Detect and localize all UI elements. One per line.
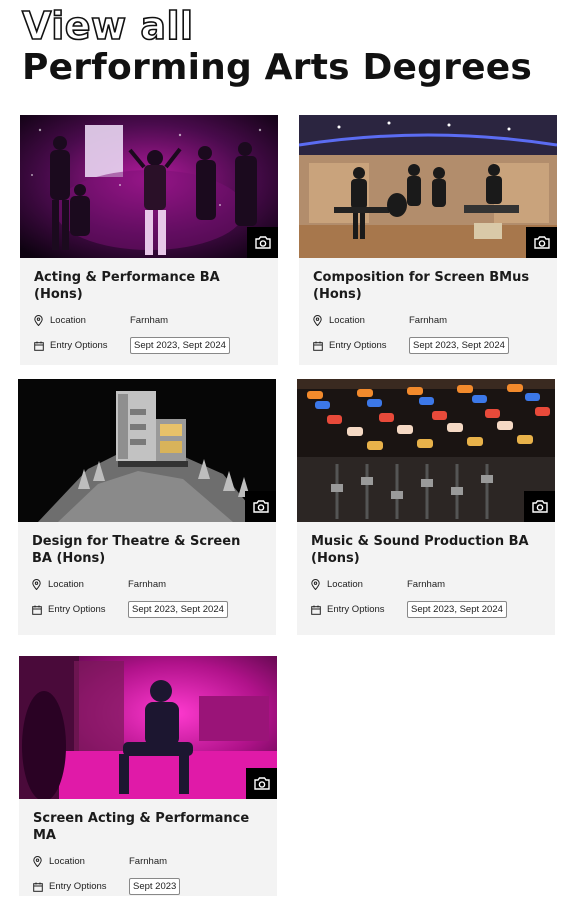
entry-label: Entry Options [48, 604, 106, 615]
course-title[interactable]: Composition for Screen BMus (Hons) [313, 269, 543, 303]
course-card-music-sound-production[interactable]: Music & Sound Production BA (Hons) Locat… [297, 379, 555, 635]
location-pin-icon [313, 313, 327, 327]
entry-value: Sept 2023 [129, 878, 181, 895]
calendar-icon [32, 603, 46, 617]
entry-label: Entry Options [327, 604, 385, 615]
location-pin-icon [33, 854, 47, 868]
location-label: Location [48, 578, 84, 590]
location-pin-icon [34, 313, 48, 327]
calendar-icon [311, 603, 325, 617]
course-card-composition-for-screen[interactable]: Composition for Screen BMus (Hons) Locat… [299, 115, 557, 365]
entry-value: Sept 2023, Sept 2024 [128, 601, 228, 618]
course-title[interactable]: Screen Acting & Performance MA [33, 810, 263, 844]
course-image[interactable] [299, 115, 557, 258]
location-pin-icon [311, 577, 325, 591]
location-row: Location Farnham [32, 577, 262, 591]
camera-icon[interactable] [245, 491, 276, 522]
entry-row: Entry Options Sept 2023, Sept 2024 [311, 601, 541, 618]
location-label: Location [49, 855, 85, 867]
entry-label: Entry Options [329, 340, 387, 351]
camera-icon[interactable] [524, 491, 555, 522]
calendar-icon [313, 339, 327, 353]
course-image[interactable] [20, 115, 278, 258]
location-value: Farnham [407, 578, 446, 590]
location-row: Location Farnham [311, 577, 541, 591]
location-value: Farnham [129, 855, 168, 867]
course-card-acting-performance[interactable]: Acting & Performance BA (Hons) Location … [20, 115, 278, 365]
location-value: Farnham [130, 314, 169, 326]
location-label: Location [50, 314, 86, 326]
entry-value: Sept 2023, Sept 2024 [409, 337, 509, 354]
heading-view-all: View all [21, 4, 194, 48]
calendar-icon [33, 880, 47, 894]
entry-label: Entry Options [49, 881, 107, 892]
entry-row: Entry Options Sept 2023, Sept 2024 [32, 601, 262, 618]
location-row: Location Farnham [33, 854, 263, 868]
heading-title: Performing Arts Degrees [22, 47, 532, 88]
course-title[interactable]: Acting & Performance BA (Hons) [34, 269, 264, 303]
page-heading: View all Performing Arts Degrees [21, 4, 532, 90]
entry-row: Entry Options Sept 2023, Sept 2024 [34, 337, 264, 354]
location-row: Location Farnham [313, 313, 543, 327]
location-value: Farnham [409, 314, 448, 326]
course-image[interactable] [19, 656, 277, 799]
location-label: Location [327, 578, 363, 590]
calendar-icon [34, 339, 48, 353]
entry-value: Sept 2023, Sept 2024 [130, 337, 230, 354]
course-card-screen-acting[interactable]: Screen Acting & Performance MA Location … [19, 656, 277, 896]
entry-row: Entry Options Sept 2023 [33, 878, 263, 895]
course-title[interactable]: Music & Sound Production BA (Hons) [311, 533, 541, 567]
camera-icon[interactable] [247, 227, 278, 258]
course-title[interactable]: Design for Theatre & Screen BA (Hons) [32, 533, 262, 567]
location-pin-icon [32, 577, 46, 591]
location-value: Farnham [128, 578, 167, 590]
entry-value: Sept 2023, Sept 2024 [407, 601, 507, 618]
camera-icon[interactable] [246, 768, 277, 799]
location-row: Location Farnham [34, 313, 264, 327]
course-image[interactable] [18, 379, 276, 522]
camera-icon[interactable] [526, 227, 557, 258]
entry-row: Entry Options Sept 2023, Sept 2024 [313, 337, 543, 354]
course-card-design-for-theatre[interactable]: Design for Theatre & Screen BA (Hons) Lo… [18, 379, 276, 635]
course-image[interactable] [297, 379, 555, 522]
location-label: Location [329, 314, 365, 326]
entry-label: Entry Options [50, 340, 108, 351]
